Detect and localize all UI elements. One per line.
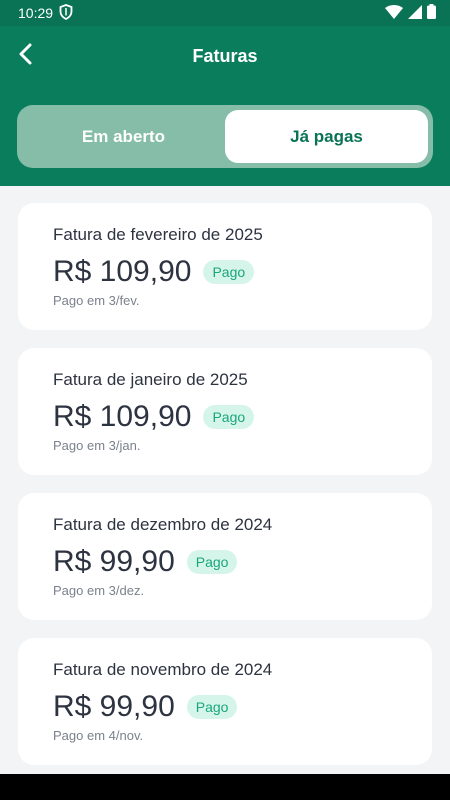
invoice-title: Fatura de fevereiro de 2025 xyxy=(53,225,263,244)
invoice-title: Fatura de dezembro de 2024 xyxy=(53,515,273,534)
invoice-card[interactable]: Fatura de dezembro de 2024 R$ 99,90 Pago… xyxy=(18,493,432,620)
status-badge: Pago xyxy=(186,695,238,719)
invoice-tabs: Em aberto Já pagas xyxy=(17,105,433,168)
header: Faturas Em aberto Já pagas xyxy=(0,26,450,186)
status-bar: 10:29 xyxy=(0,0,450,26)
invoice-amount: R$ 109,90 xyxy=(53,255,192,288)
invoice-paid-date: Pago em 4/nov. xyxy=(53,728,144,743)
invoice-paid-date: Pago em 3/jan. xyxy=(53,438,141,453)
invoice-card[interactable]: Fatura de janeiro de 2025 R$ 109,90 Pago… xyxy=(18,348,432,475)
page-title: Faturas xyxy=(192,46,258,66)
invoice-title: Fatura de novembro de 2024 xyxy=(53,660,273,679)
status-badge: Pago xyxy=(203,260,255,284)
cell-signal-icon xyxy=(408,4,422,22)
system-nav-bar xyxy=(0,774,450,800)
invoice-amount: R$ 99,90 xyxy=(53,690,175,723)
status-badge: Pago xyxy=(203,405,255,429)
tab-em-aberto[interactable]: Em aberto xyxy=(22,110,225,163)
invoice-paid-date: Pago em 3/dez. xyxy=(53,583,145,598)
invoice-card[interactable]: Fatura de fevereiro de 2025 R$ 109,90 Pa… xyxy=(18,203,432,330)
invoice-amount: R$ 99,90 xyxy=(53,545,175,578)
invoice-card[interactable]: Fatura de novembro de 2024 R$ 99,90 Pago… xyxy=(18,638,432,765)
invoice-paid-date: Pago em 3/fev. xyxy=(53,293,140,308)
shield-icon xyxy=(59,3,73,23)
tab-ja-pagas[interactable]: Já pagas xyxy=(225,110,428,163)
invoice-amount: R$ 109,90 xyxy=(53,400,192,433)
status-time: 10:29 xyxy=(18,5,54,21)
wifi-icon xyxy=(385,4,403,22)
status-badge: Pago xyxy=(186,550,238,574)
invoice-list: Fatura de fevereiro de 2025 R$ 109,90 Pa… xyxy=(18,203,432,783)
invoice-title: Fatura de janeiro de 2025 xyxy=(53,370,248,389)
battery-icon xyxy=(427,4,436,22)
